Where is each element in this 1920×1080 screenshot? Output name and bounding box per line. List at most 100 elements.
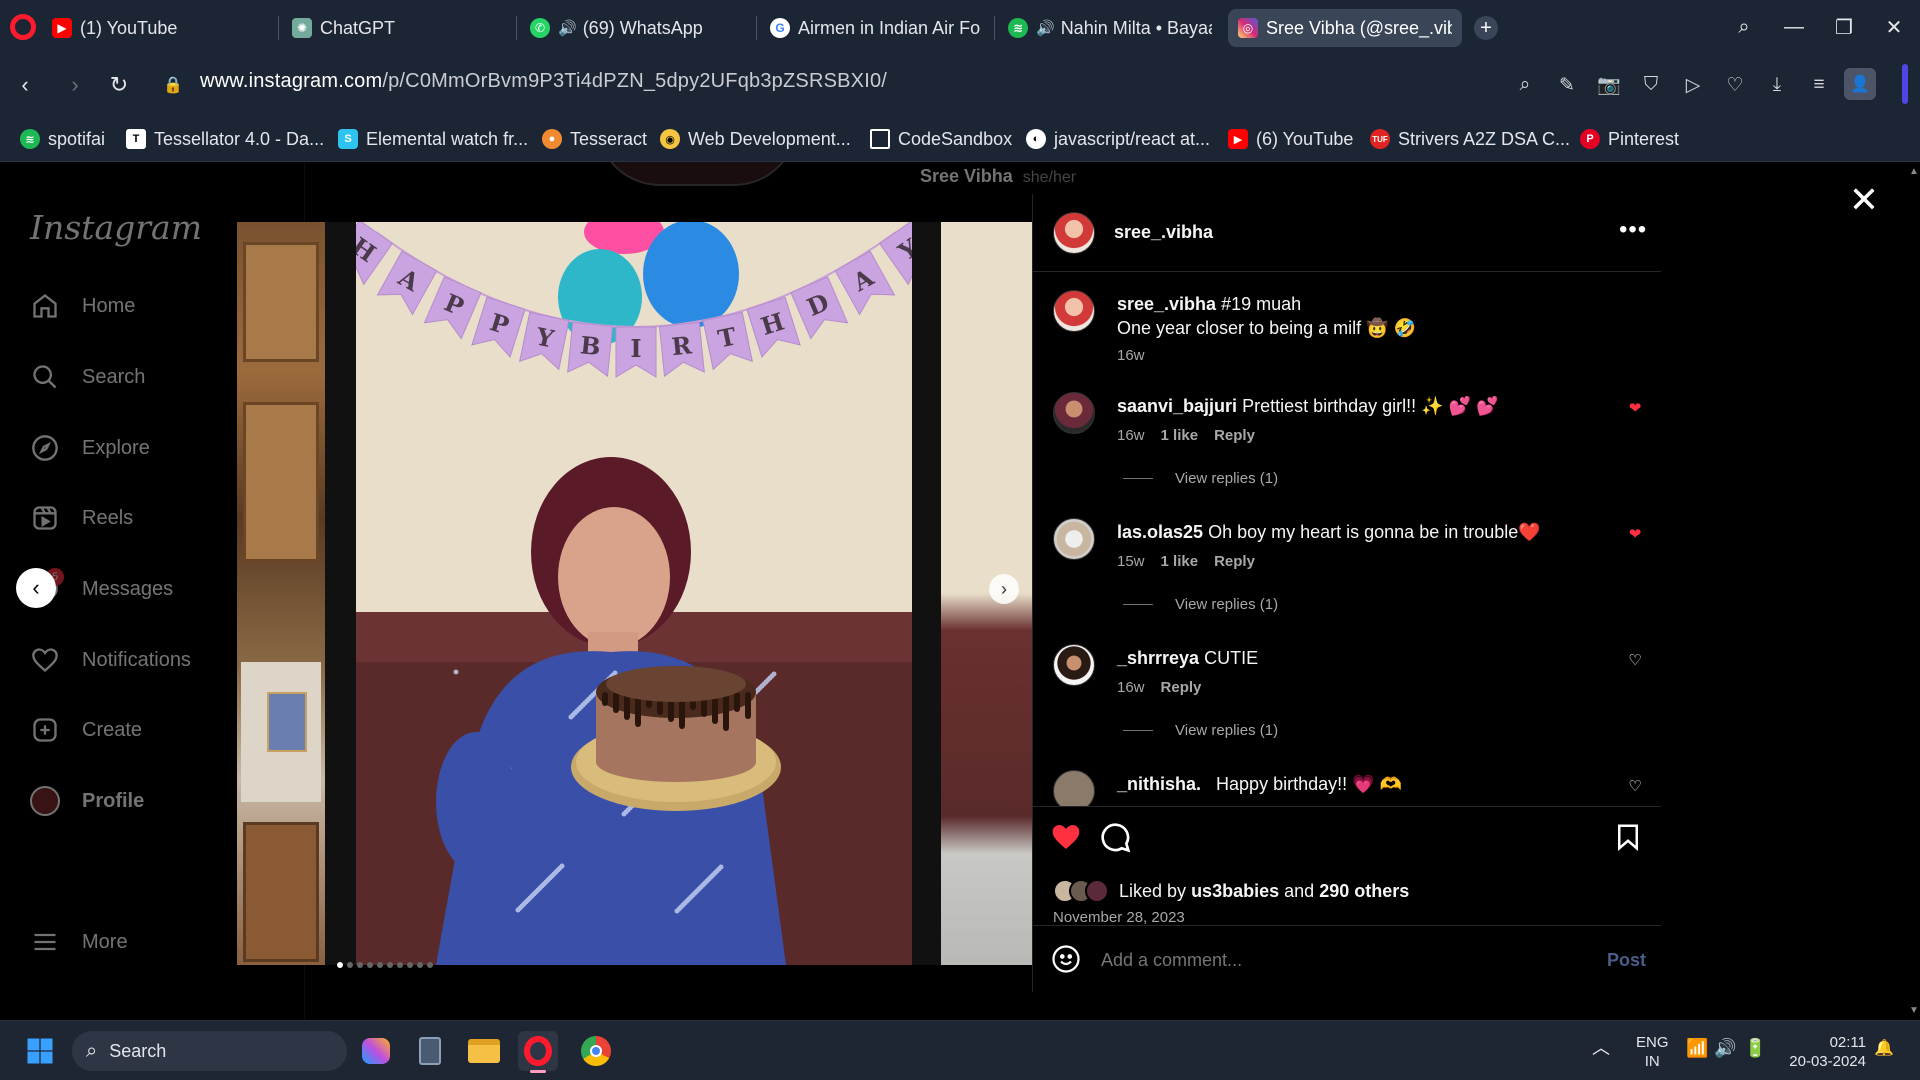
wifi-icon[interactable]: 📶 xyxy=(1686,1039,1708,1058)
language-indicator[interactable]: ENG IN xyxy=(1636,1033,1669,1071)
carousel-dot[interactable] xyxy=(427,962,433,968)
nav-notifications[interactable]: Notifications xyxy=(30,640,191,680)
reply-button[interactable]: Reply xyxy=(1161,679,1202,696)
opera-taskbar-icon[interactable] xyxy=(518,1031,558,1073)
more-options-icon[interactable]: ••• xyxy=(1619,216,1647,244)
snapshot-icon[interactable]: 📷 xyxy=(1594,70,1624,100)
bookmark-youtube[interactable]: ▶ (6) YouTube xyxy=(1228,126,1353,152)
tab-whatsapp[interactable]: ✆ 🔊 (69) WhatsApp xyxy=(520,9,750,47)
post-image[interactable]: HAPPYBIRTHDAY xyxy=(356,222,912,965)
flow-icon[interactable]: ▷ xyxy=(1678,70,1708,100)
comment-button[interactable] xyxy=(1099,821,1131,858)
bookmark-tesseract[interactable]: ● Tesseract xyxy=(542,126,647,152)
liked-by-others[interactable]: 290 others xyxy=(1319,881,1409,901)
carousel-dot[interactable] xyxy=(387,962,393,968)
page-scrollbar[interactable]: ▲ ▼ xyxy=(1905,162,1920,1020)
volume-icon[interactable]: 🔊 xyxy=(1714,1039,1736,1058)
minimize-button[interactable]: — xyxy=(1774,10,1814,44)
nav-profile[interactable]: Profile xyxy=(30,781,144,821)
bookmark-codesandbox[interactable]: CodeSandbox xyxy=(870,126,1012,152)
reload-button[interactable]: ↻ xyxy=(102,68,136,102)
previous-image-preview[interactable] xyxy=(237,222,325,965)
like-button[interactable] xyxy=(1049,821,1083,858)
avatar[interactable] xyxy=(1053,518,1095,560)
carousel-dot[interactable] xyxy=(367,962,373,968)
new-tab-button[interactable]: + xyxy=(1474,16,1498,40)
save-button[interactable] xyxy=(1613,821,1643,858)
tab-chatgpt[interactable]: ✺ ChatGPT xyxy=(282,9,512,47)
heart-icon[interactable]: ♡ xyxy=(1720,70,1750,100)
windows-start-icon[interactable] xyxy=(20,1031,60,1071)
comment-user[interactable]: _shrrreya xyxy=(1117,648,1199,668)
next-image-preview[interactable] xyxy=(941,222,1032,965)
nav-explore[interactable]: Explore xyxy=(30,428,150,468)
bookmark-github[interactable]: ◐ javascript/react at... xyxy=(1026,126,1210,152)
carousel-dot[interactable] xyxy=(397,962,403,968)
bookmark-tessellator[interactable]: T Tessellator 4.0 - Da... xyxy=(126,126,324,152)
comment-likes[interactable]: 1 like xyxy=(1161,427,1199,444)
easy-setup-icon[interactable]: ≡ xyxy=(1804,70,1834,100)
search-page-icon[interactable]: ⌕ xyxy=(1510,70,1540,100)
speaker-icon[interactable]: 🔊 xyxy=(558,19,577,37)
bookmark-elemental[interactable]: S Elemental watch fr... xyxy=(338,126,528,152)
tab-spotify[interactable]: ≋ 🔊 Nahin Milta • Bayaan xyxy=(998,9,1222,47)
nav-create[interactable]: Create xyxy=(30,710,142,750)
heart-outline-icon[interactable]: ♡ xyxy=(1627,652,1643,669)
chrome-taskbar-icon[interactable] xyxy=(576,1031,616,1071)
bookmark-pinterest[interactable]: P Pinterest xyxy=(1580,126,1679,152)
avatar[interactable] xyxy=(1053,290,1095,332)
heart-filled-icon[interactable]: ❤ xyxy=(1627,526,1643,543)
carousel-dot[interactable] xyxy=(407,962,413,968)
back-button[interactable]: ‹ xyxy=(8,68,42,102)
comment-user[interactable]: las.olas25 xyxy=(1117,522,1203,542)
bookmark-spotifai[interactable]: ≋ spotifai xyxy=(20,126,105,152)
caption-author[interactable]: sree_.vibha xyxy=(1117,294,1216,314)
nav-reels[interactable]: Reels xyxy=(30,498,133,538)
profile-button[interactable]: 👤 xyxy=(1844,68,1876,100)
file-explorer-icon[interactable] xyxy=(464,1031,504,1071)
view-replies-button[interactable]: View replies (1) xyxy=(1123,470,1278,487)
clock[interactable]: 02:11 20-03-2024 xyxy=(1782,1033,1866,1071)
search-tabs-icon[interactable]: ⌕ xyxy=(1724,10,1764,44)
lock-icon[interactable]: 🔒 xyxy=(156,68,190,102)
comment-user[interactable]: saanvi_bajjuri xyxy=(1117,396,1237,416)
liked-by-user[interactable]: us3babies xyxy=(1191,881,1279,901)
chevron-up-icon[interactable]: ︿ xyxy=(1592,1039,1610,1058)
avatar[interactable] xyxy=(1053,644,1095,686)
avatar[interactable] xyxy=(1053,392,1095,434)
post-comment-button[interactable]: Post xyxy=(1607,950,1646,971)
instagram-logo[interactable]: Instagram xyxy=(30,208,202,247)
url-field[interactable]: www.instagram.com/p/C0MmOrBvm9P3Ti4dPZN_… xyxy=(200,70,887,93)
reply-button[interactable]: Reply xyxy=(1214,427,1255,444)
tab-youtube[interactable]: ▶ (1) YouTube xyxy=(42,9,272,47)
copilot-icon[interactable] xyxy=(356,1031,396,1071)
carousel-dot[interactable] xyxy=(357,962,363,968)
notification-bell-icon[interactable]: 🔔 xyxy=(1874,1039,1894,1058)
opera-logo-icon[interactable] xyxy=(10,14,36,40)
forward-button[interactable]: › xyxy=(58,68,92,102)
previous-post-button[interactable]: ‹ xyxy=(16,568,56,608)
restore-button[interactable]: ❐ xyxy=(1824,10,1864,44)
emoji-icon[interactable] xyxy=(1051,944,1081,979)
battery-icon[interactable]: 🔋 xyxy=(1744,1039,1766,1058)
close-icon[interactable]: ✕ xyxy=(1846,179,1882,220)
reply-button[interactable]: Reply xyxy=(1214,553,1255,570)
nav-search[interactable]: Search xyxy=(30,357,145,397)
post-author[interactable]: sree_.vibha xyxy=(1114,222,1213,243)
carousel-dot[interactable] xyxy=(347,962,353,968)
bookmark-strivers[interactable]: TUF Strivers A2Z DSA C... xyxy=(1370,126,1570,152)
calculator-icon[interactable] xyxy=(410,1031,450,1071)
heart-filled-icon[interactable]: ❤ xyxy=(1627,400,1643,417)
download-icon[interactable]: ⤓ xyxy=(1762,70,1792,100)
tab-google[interactable]: G Airmen in Indian Air For xyxy=(760,9,990,47)
post-date[interactable]: November 28, 2023 xyxy=(1053,909,1185,926)
close-window-button[interactable]: ✕ xyxy=(1874,10,1914,44)
carousel-dot[interactable] xyxy=(417,962,423,968)
edit-icon[interactable]: ✎ xyxy=(1552,70,1582,100)
comment-input[interactable] xyxy=(1101,946,1561,974)
bookmark-webdev[interactable]: ◉ Web Development... xyxy=(660,126,851,152)
shield-icon[interactable]: ⛉ xyxy=(1636,70,1666,100)
avatar[interactable] xyxy=(1053,770,1095,806)
nav-more[interactable]: More xyxy=(30,922,128,962)
heart-outline-icon[interactable]: ♡ xyxy=(1627,778,1643,795)
